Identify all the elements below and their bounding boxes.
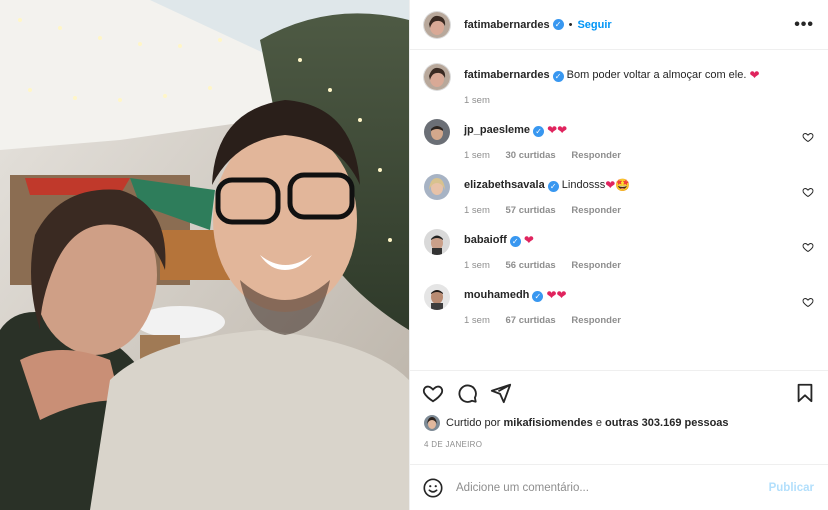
like-comment-heart-icon[interactable] [802,241,814,253]
comment-likes[interactable]: 57 curtidas [506,205,556,216]
follow-button[interactable]: Seguir [577,19,611,31]
liked-by-prefix: Curtido por [446,417,501,429]
share-paper-plane-icon[interactable] [490,382,512,404]
liked-by-line: Curtido por mikafisiomendes e outras 303… [410,414,828,432]
liked-by-others[interactable]: outras 303.169 pessoas [605,417,729,429]
commenter-avatar[interactable] [424,119,450,145]
comment-bubble-icon[interactable] [456,382,478,404]
verified-badge-icon: ✓ [547,181,559,192]
comment-time[interactable]: 1 sem [464,205,490,216]
verified-badge-icon: ✓ [552,71,564,82]
comment-likes[interactable]: 30 curtidas [506,150,556,161]
comment-time[interactable]: 1 sem [464,315,490,326]
reply-button[interactable]: Responder [571,150,621,161]
add-comment-bar: Publicar [410,464,828,510]
reply-button[interactable]: Responder [571,260,621,271]
post-photo[interactable] [0,0,409,510]
commenter-avatar[interactable] [424,284,450,310]
like-comment-heart-icon[interactable] [802,186,814,198]
post-sidebar: fatimabernardes ✓ • Seguir ••• fatimaber… [409,0,828,510]
like-heart-icon[interactable] [422,382,444,404]
comment-item: jp_paesleme ✓ ❤❤ 1 sem 30 curtidas Respon… [424,119,814,161]
comment-text: Lindosss [561,179,606,191]
comment-emoji: ❤ [523,233,534,247]
instagram-post-modal: fatimabernardes ✓ • Seguir ••• fatimaber… [0,0,828,510]
separator-dot: • [568,18,573,31]
comment-emoji: ❤❤ [546,288,567,302]
post-date[interactable]: 4 DE JANEIRO [410,432,828,464]
comment-input[interactable] [456,481,769,494]
comment-username[interactable]: jp_paesleme [464,124,530,136]
caption-text: Bom poder voltar a almoçar com ele. [566,69,747,81]
comments-list: fatimabernardes ✓ Bom poder voltar a almo… [410,50,828,370]
like-comment-heart-icon[interactable] [802,131,814,143]
reply-button[interactable]: Responder [571,315,621,326]
commenter-avatar[interactable] [424,174,450,200]
liked-by-middle: e [595,417,602,429]
post-actions-bar [410,370,828,414]
verified-badge-icon: ✓ [509,236,521,247]
caption-username[interactable]: fatimabernardes [464,69,550,81]
comment-item: mouhamedh ✓ ❤❤ 1 sem 67 curtidas Responde… [424,284,814,326]
publish-button[interactable]: Publicar [769,482,814,494]
caption-time[interactable]: 1 sem [464,95,490,106]
comment-likes[interactable]: 67 curtidas [506,315,556,326]
comment-username[interactable]: babaioff [464,234,507,246]
liked-by-user[interactable]: mikafisiomendes [503,417,592,429]
verified-badge-icon: ✓ [552,19,564,30]
comment-time[interactable]: 1 sem [464,260,490,271]
heart-emoji: ❤ [749,68,760,82]
comment-item: elizabethsavala ✓ Lindosss❤🤩 1 sem 57 cur… [424,174,814,216]
comment-emoji: ❤❤ [547,123,568,137]
comment-username[interactable]: mouhamedh [464,289,529,301]
more-options-icon[interactable]: ••• [794,16,814,34]
post-header: fatimabernardes ✓ • Seguir ••• [410,0,828,50]
comment-time[interactable]: 1 sem [464,150,490,161]
save-bookmark-icon[interactable] [794,382,816,404]
reply-button[interactable]: Responder [571,205,621,216]
comment-item: babaioff ✓ ❤ 1 sem 56 curtidas Responder [424,229,814,271]
emoji-smiley-icon[interactable] [422,477,444,499]
author-username[interactable]: fatimabernardes [464,19,550,31]
verified-badge-icon: ✓ [532,291,544,302]
verified-badge-icon: ✓ [533,126,545,137]
comment-likes[interactable]: 56 curtidas [506,260,556,271]
photo-illustration [0,0,409,510]
caption-author-avatar[interactable] [424,64,450,90]
caption: fatimabernardes ✓ Bom poder voltar a almo… [424,64,814,106]
comment-username[interactable]: elizabethsavala [464,179,545,191]
like-comment-heart-icon[interactable] [802,296,814,308]
author-avatar[interactable] [424,11,450,38]
commenter-avatar[interactable] [424,229,450,255]
comment-emoji: ❤🤩 [605,178,631,192]
liker-avatar[interactable] [424,415,440,431]
